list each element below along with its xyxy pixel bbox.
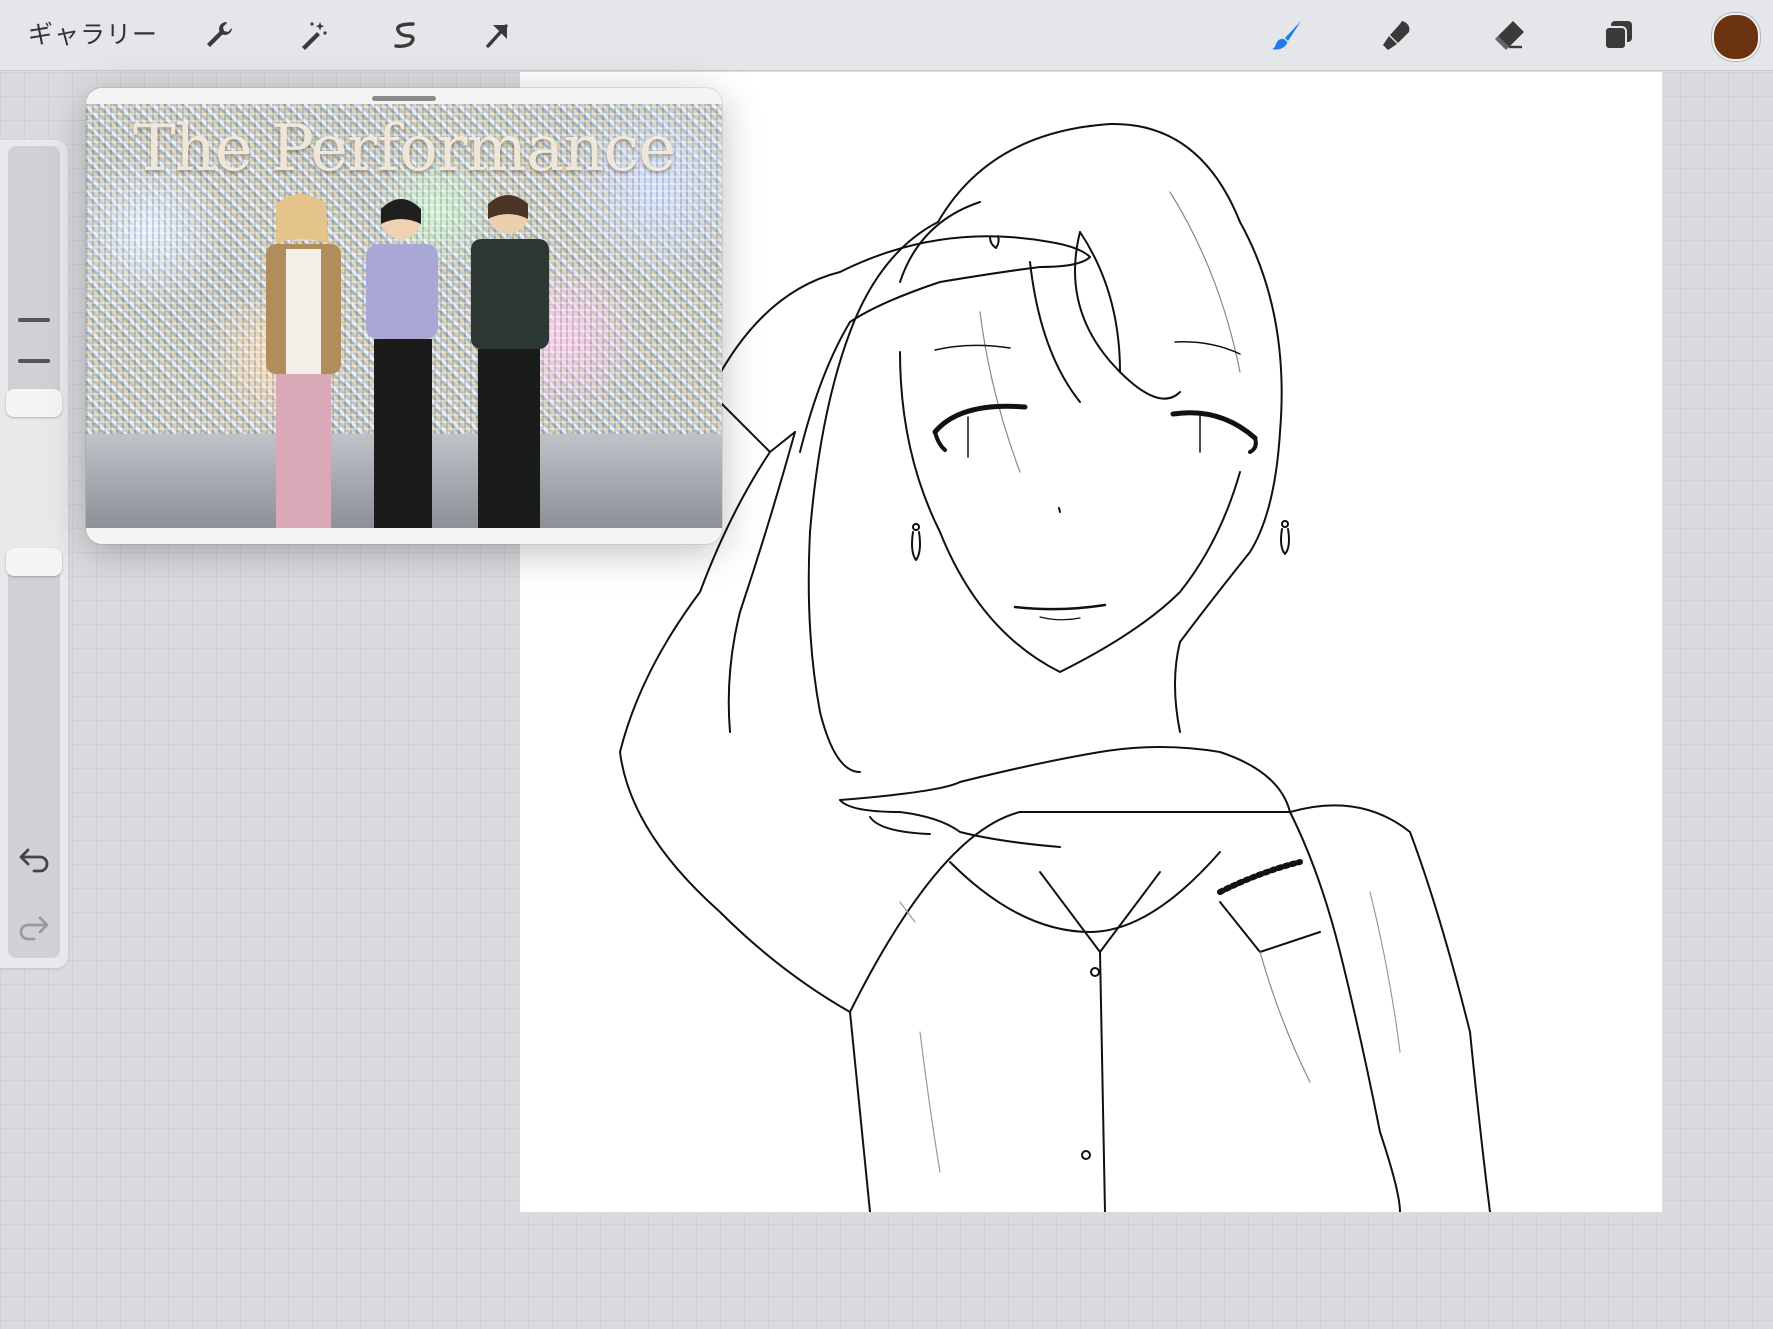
opacity-slider[interactable]	[8, 550, 60, 958]
wrench-icon	[207, 22, 232, 47]
brush-size-thumb[interactable]	[6, 389, 62, 417]
undo-icon[interactable]	[16, 840, 52, 876]
smudge-tool-button[interactable]	[1374, 12, 1420, 58]
drag-handle[interactable]	[372, 96, 436, 101]
top-toolbar: ギャラリー	[0, 0, 1773, 71]
selection-button[interactable]	[382, 12, 428, 58]
selection-s-icon	[394, 22, 415, 48]
eraser-tool-button[interactable]	[1486, 12, 1532, 58]
arrow-cursor-icon	[486, 24, 508, 48]
slider-tick	[18, 359, 50, 363]
eraser-icon	[1495, 21, 1524, 50]
people-figures	[266, 194, 549, 528]
smudge-icon	[1383, 21, 1410, 50]
slider-tick	[18, 318, 50, 322]
actions-button[interactable]	[196, 12, 242, 58]
gallery-button[interactable]: ギャラリー	[28, 16, 158, 54]
layers-icon	[1604, 21, 1632, 50]
brush-size-slider[interactable]	[8, 146, 60, 416]
color-picker-button[interactable]	[1712, 13, 1760, 61]
transform-button[interactable]	[474, 12, 520, 58]
layers-button[interactable]	[1596, 12, 1642, 58]
brush-tool-button[interactable]	[1264, 12, 1310, 58]
redo-icon[interactable]	[16, 908, 52, 944]
opacity-thumb[interactable]	[6, 548, 62, 576]
brush-icon	[1272, 21, 1301, 50]
reference-photo: The Performance	[86, 104, 722, 528]
reference-window[interactable]: The Performance	[86, 88, 722, 544]
magic-wand-icon	[302, 22, 327, 50]
adjustments-button[interactable]	[290, 12, 336, 58]
